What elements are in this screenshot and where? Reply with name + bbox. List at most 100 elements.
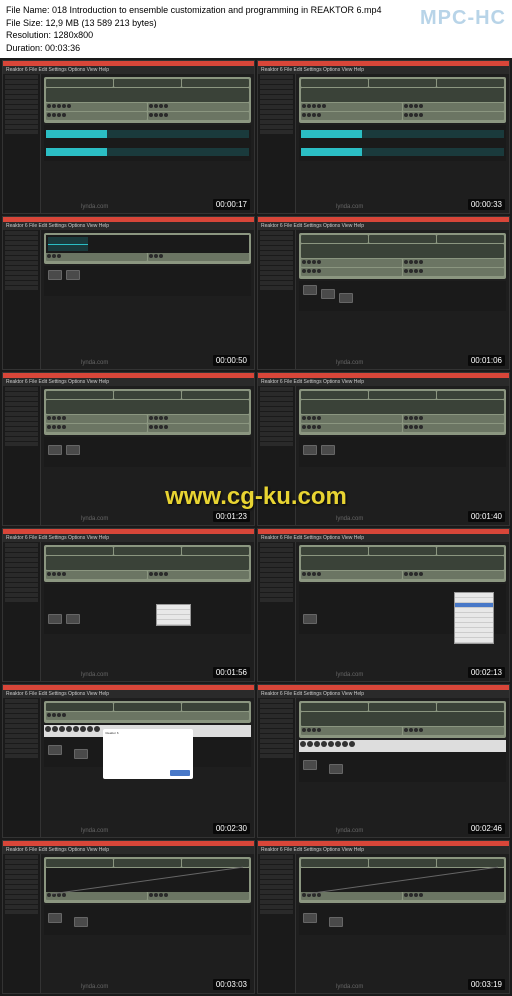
thumbnail[interactable]: Reaktor 6 File Edit Settings Options Vie… (2, 216, 255, 370)
dialog-title: Reaktor 6 (106, 732, 190, 736)
sidebar (3, 698, 41, 837)
fx-strip (299, 740, 506, 752)
main-panel: lynda.com (296, 854, 509, 993)
thumbnail[interactable]: Reaktor 6 File Edit Settings Options Vie… (2, 60, 255, 214)
menubar: Reaktor 6 File Edit Settings Options Vie… (3, 846, 254, 854)
lynda-watermark: lynda.com (81, 516, 108, 522)
sidebar (258, 74, 296, 213)
lynda-watermark: lynda.com (81, 204, 108, 210)
sidebar (3, 854, 41, 993)
waveform-display (44, 125, 251, 143)
synth-panel (44, 233, 251, 264)
timestamp-badge: 00:01:06 (468, 355, 505, 366)
lynda-watermark: lynda.com (336, 828, 363, 834)
timestamp-badge: 00:03:19 (468, 979, 505, 990)
synth-panel (299, 389, 506, 435)
node-editor (299, 281, 506, 311)
menubar: Reaktor 6 File Edit Settings Options Vie… (3, 378, 254, 386)
sidebar (3, 74, 41, 213)
sidebar (258, 386, 296, 525)
curve-display (46, 868, 249, 892)
synth-panel (299, 701, 506, 738)
timestamp-badge: 00:01:23 (213, 511, 250, 522)
main-panel: lynda.com (41, 230, 254, 369)
main-panel: lynda.com (41, 74, 254, 213)
lynda-watermark: lynda.com (336, 360, 363, 366)
main-panel: Reaktor 6 lynda.com (41, 698, 254, 837)
node-editor (44, 905, 251, 935)
lynda-watermark: lynda.com (81, 828, 108, 834)
waveform-display (44, 143, 251, 161)
menubar: Reaktor 6 File Edit Settings Options Vie… (3, 690, 254, 698)
timestamp-badge: 00:02:30 (213, 823, 250, 834)
lynda-watermark: lynda.com (81, 984, 108, 990)
lynda-watermark: lynda.com (336, 672, 363, 678)
synth-panel (44, 857, 251, 903)
thumbnail-grid: Reaktor 6 File Edit Settings Options Vie… (0, 58, 512, 996)
menubar: Reaktor 6 File Edit Settings Options Vie… (258, 534, 509, 542)
thumbnail[interactable]: Reaktor 6 File Edit Settings Options Vie… (257, 216, 510, 370)
lynda-watermark: lynda.com (81, 672, 108, 678)
filename-label: File Name: (6, 5, 50, 15)
menubar: Reaktor 6 File Edit Settings Options Vie… (258, 690, 509, 698)
thumbnail[interactable]: Reaktor 6 File Edit Settings Options Vie… (257, 684, 510, 838)
context-menu[interactable] (156, 604, 191, 626)
file-info-header: File Name: 018 Introduction to ensemble … (0, 0, 512, 58)
menubar: Reaktor 6 File Edit Settings Options Vie… (3, 222, 254, 230)
node-editor (299, 752, 506, 782)
context-menu[interactable] (454, 592, 494, 644)
menubar: Reaktor 6 File Edit Settings Options Vie… (258, 846, 509, 854)
waveform-display (299, 143, 506, 161)
lynda-watermark: lynda.com (81, 360, 108, 366)
main-panel: lynda.com (41, 854, 254, 993)
thumbnail[interactable]: Reaktor 6 File Edit Settings Options Vie… (2, 684, 255, 838)
app-logo: MPC-HC (420, 4, 506, 32)
waveform-display (299, 125, 506, 143)
timestamp-badge: 00:02:46 (468, 823, 505, 834)
menubar: Reaktor 6 File Edit Settings Options Vie… (258, 378, 509, 386)
dialog-ok-button[interactable] (170, 770, 190, 776)
thumbnail[interactable]: Reaktor 6 File Edit Settings Options Vie… (257, 372, 510, 526)
main-panel: lynda.com (41, 386, 254, 525)
timestamp-badge: 00:00:33 (468, 199, 505, 210)
timestamp-badge: 00:00:50 (213, 355, 250, 366)
menubar: Reaktor 6 File Edit Settings Options Vie… (3, 534, 254, 542)
thumbnail[interactable]: Reaktor 6 File Edit Settings Options Vie… (257, 528, 510, 682)
timestamp-badge: 00:03:03 (213, 979, 250, 990)
synth-panel (44, 701, 251, 723)
about-dialog[interactable]: Reaktor 6 (103, 729, 193, 779)
sidebar (3, 542, 41, 681)
timestamp-badge: 00:01:56 (213, 667, 250, 678)
sidebar (258, 698, 296, 837)
filesize-label: File Size: (6, 18, 43, 28)
node-editor (299, 437, 506, 467)
sidebar (258, 854, 296, 993)
thumbnail[interactable]: Reaktor 6 File Edit Settings Options Vie… (2, 528, 255, 682)
sidebar (3, 386, 41, 525)
node-editor (299, 905, 506, 935)
menubar: Reaktor 6 File Edit Settings Options Vie… (3, 66, 254, 74)
synth-panel (44, 389, 251, 435)
synth-panel (299, 857, 506, 903)
main-panel: lynda.com (41, 542, 254, 681)
thumbnail[interactable]: Reaktor 6 File Edit Settings Options Vie… (257, 840, 510, 994)
menubar: Reaktor 6 File Edit Settings Options Vie… (258, 222, 509, 230)
oscilloscope-display (46, 235, 249, 253)
resolution-value: 1280x800 (54, 30, 94, 40)
synth-panel (299, 233, 506, 279)
main-panel: lynda.com (296, 74, 509, 213)
synth-panel (44, 545, 251, 582)
timestamp-badge: 00:00:17 (213, 199, 250, 210)
curve-display (301, 868, 504, 892)
filename-value: 018 Introduction to ensemble customizati… (52, 5, 382, 15)
thumbnail[interactable]: Reaktor 6 File Edit Settings Options Vie… (2, 372, 255, 526)
thumbnail[interactable]: Reaktor 6 File Edit Settings Options Vie… (257, 60, 510, 214)
duration-label: Duration: (6, 43, 43, 53)
timestamp-badge: 00:01:40 (468, 511, 505, 522)
thumbnail[interactable]: Reaktor 6 File Edit Settings Options Vie… (2, 840, 255, 994)
lynda-watermark: lynda.com (336, 204, 363, 210)
node-editor (44, 584, 251, 634)
sidebar (3, 230, 41, 369)
duration-value: 00:03:36 (45, 43, 80, 53)
node-editor (44, 437, 251, 467)
